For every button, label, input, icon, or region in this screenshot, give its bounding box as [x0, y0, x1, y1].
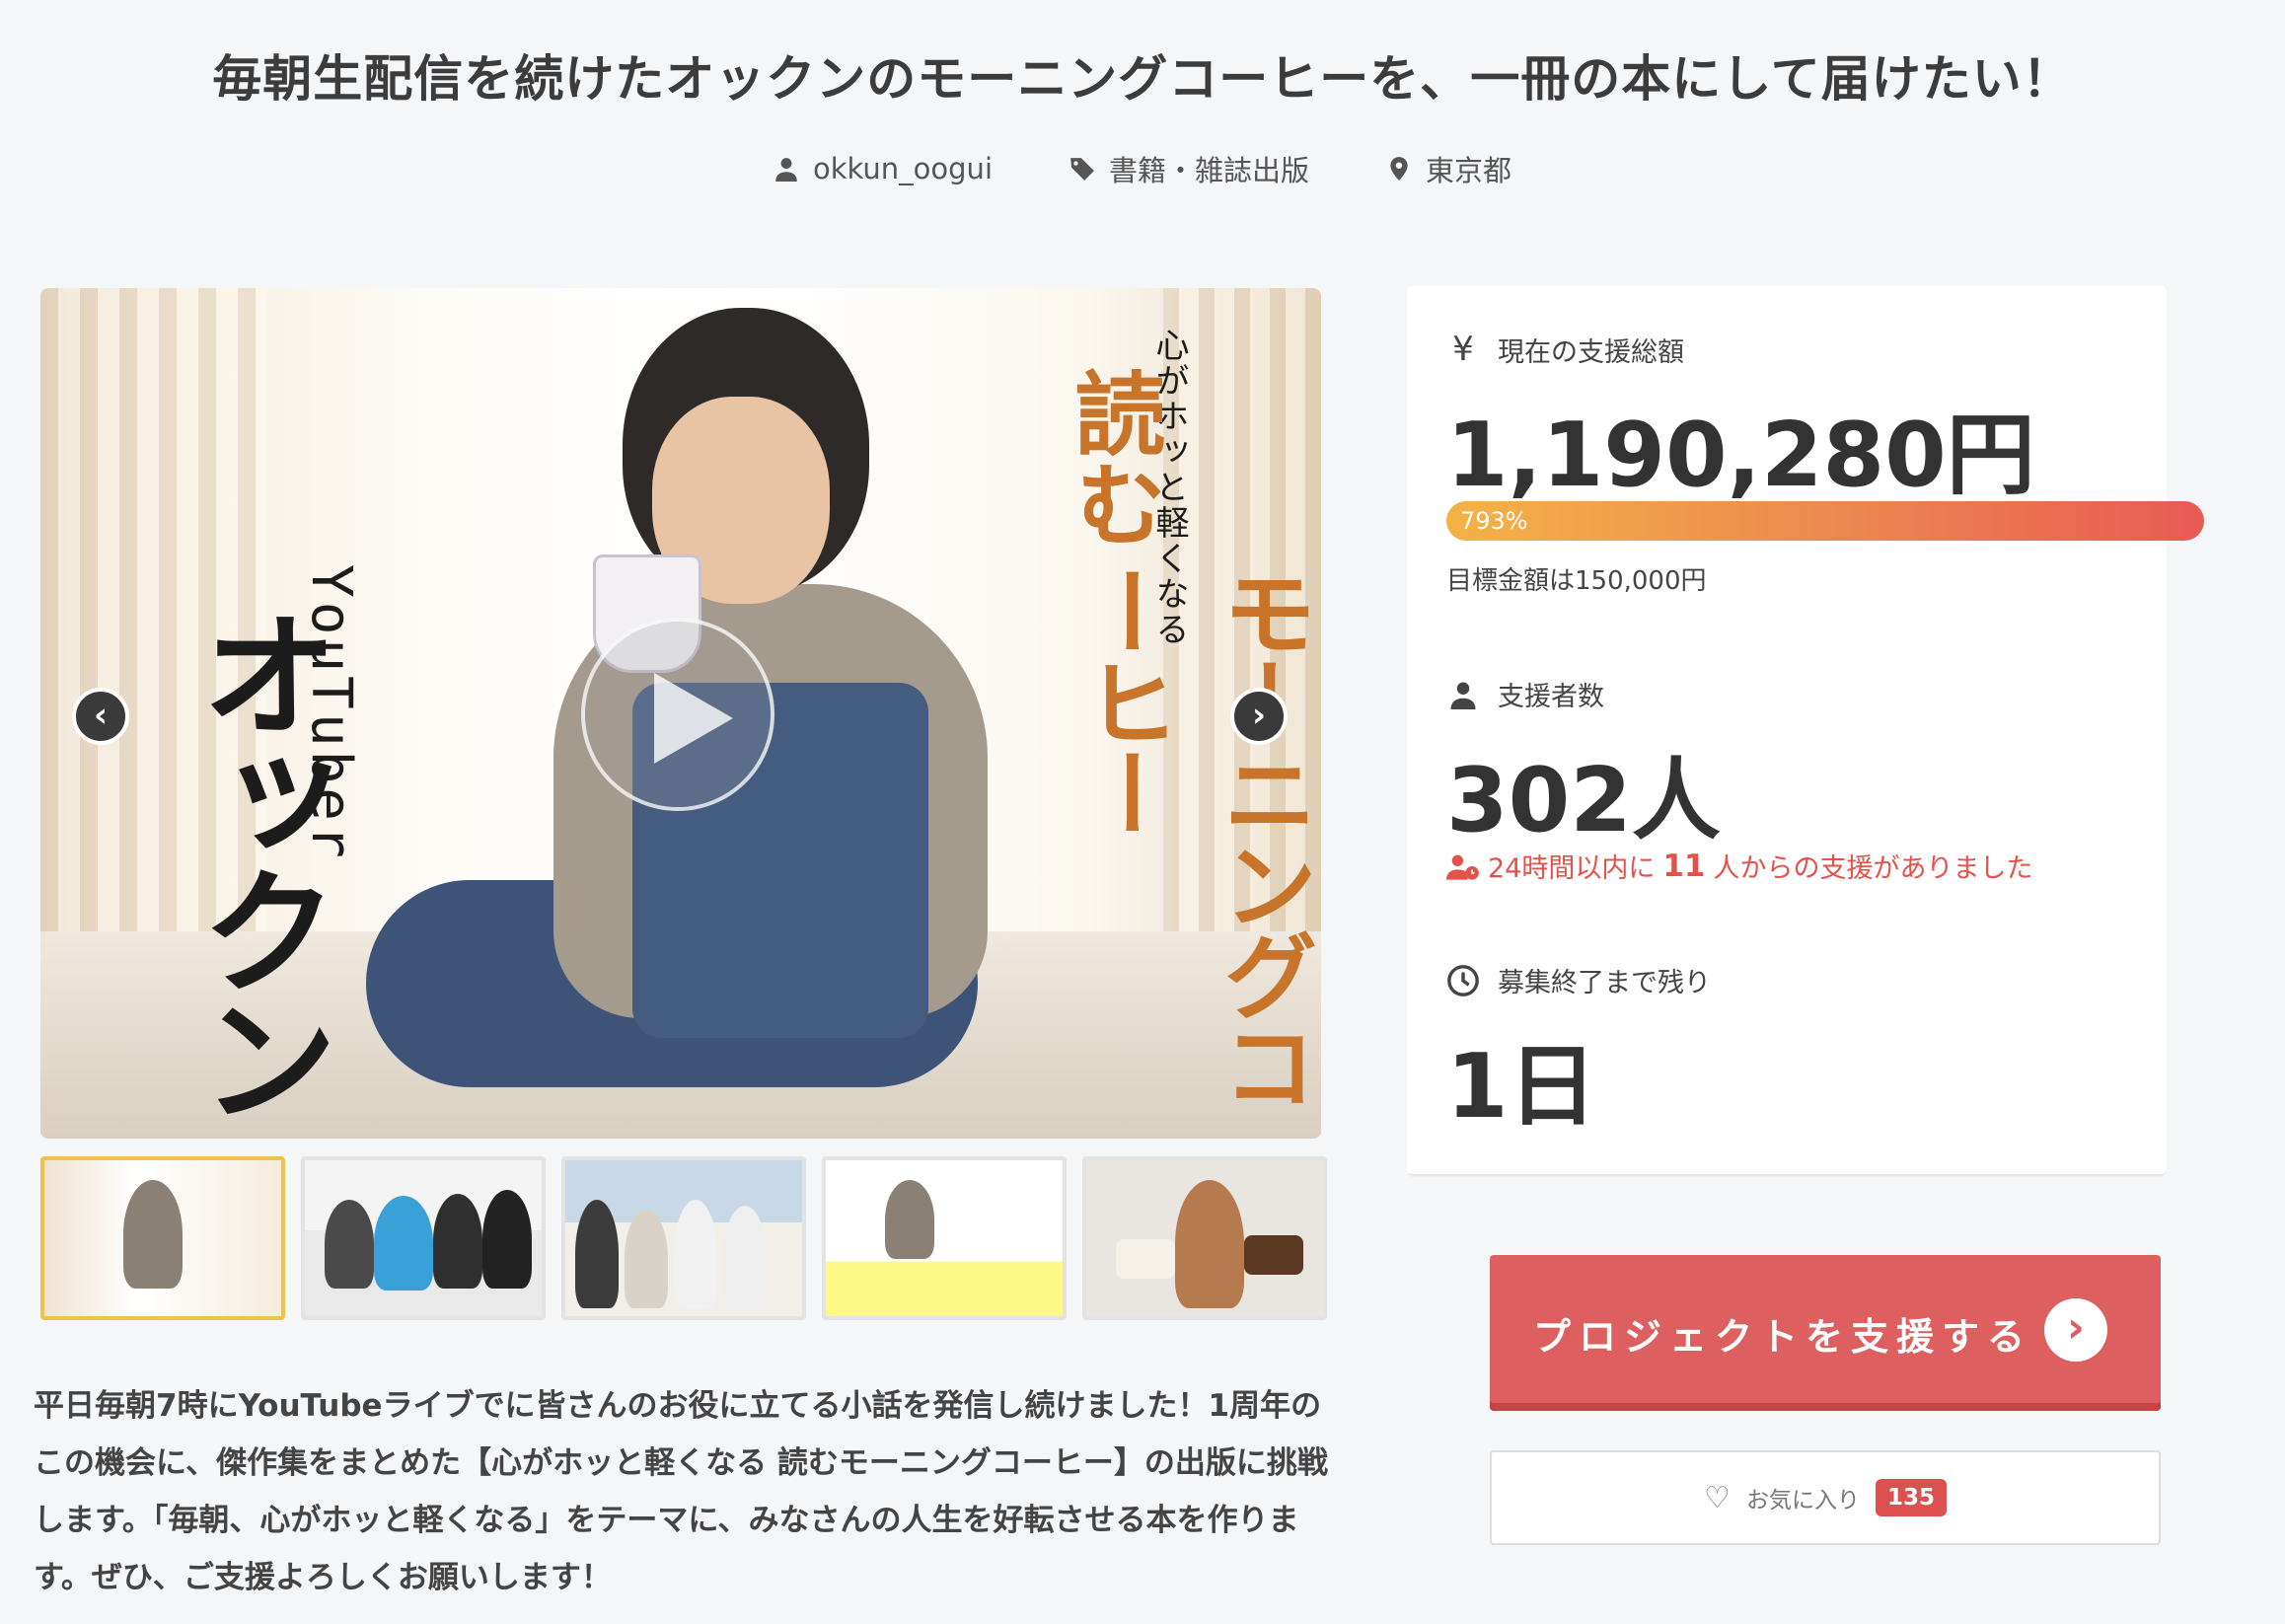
thumb-cake: [1244, 1235, 1303, 1275]
thumb-cake: [1116, 1239, 1175, 1279]
recent-count: 11: [1662, 848, 1706, 884]
support-project-button[interactable]: プロジェクトを支援する ›: [1490, 1255, 2161, 1411]
thumbnail-strip: [40, 1156, 1327, 1320]
thumbnail-3[interactable]: [561, 1156, 806, 1320]
favorite-button[interactable]: ♡ お気に入り 135: [1490, 1450, 2161, 1545]
thumb-figure: [433, 1194, 482, 1289]
thumb-figure: [325, 1200, 374, 1289]
progress-percent: 793%: [1460, 507, 1528, 535]
cover-author-name: オックン: [177, 604, 337, 1117]
funding-stats-card: ¥ 現在の支援総額 1,190,280円 793% 目標金額は150,000円 …: [1407, 286, 2204, 1174]
favorite-label: お気に入り: [1745, 1488, 1860, 1513]
progress-bar: 793%: [1446, 501, 2204, 541]
next-slide-button[interactable]: ›: [1230, 688, 1288, 745]
location-name: 東京都: [1426, 154, 1512, 187]
total-amount-label-text: 現在の支援総額: [1498, 336, 1684, 368]
remaining-label: 募集終了まで残り: [1446, 961, 1711, 999]
thumb-figure: [575, 1200, 619, 1308]
thumbnail-5[interactable]: [1082, 1156, 1327, 1320]
thumb-figure: [482, 1190, 532, 1289]
recent-suffix: 人からの支援がありました: [1713, 853, 2033, 884]
remaining-value: 1日: [1446, 1035, 1597, 1139]
remaining-label-text: 募集終了まで残り: [1498, 968, 1711, 998]
user-clock-icon: [1446, 854, 1479, 880]
tag-icon: [1070, 158, 1094, 181]
yen-icon: ¥: [1452, 330, 1474, 369]
recent-prefix: 24時間以内に: [1488, 853, 1656, 884]
location-link[interactable]: 東京都: [1386, 148, 1511, 189]
thumb-figure: [723, 1206, 767, 1308]
thumbnail-2[interactable]: [301, 1156, 546, 1320]
backers-label-text: 支援者数: [1498, 682, 1604, 712]
category-name: 書籍・雑誌出版: [1109, 154, 1310, 187]
owner-link[interactable]: okkun_oogui: [774, 148, 993, 189]
project-meta: okkun_oogui 書籍・雑誌出版 東京都: [0, 148, 2285, 189]
user-icon: [775, 158, 797, 182]
page-title: 毎朝生配信を続けたオックンのモーニングコーヒーを、一冊の本にして届けたい！: [212, 50, 2073, 108]
thumb-figure: [374, 1196, 433, 1291]
thumb-figure: [885, 1180, 934, 1259]
chevron-right-icon: ›: [2044, 1298, 2107, 1362]
backers-value: 302人: [1446, 749, 1721, 852]
play-icon[interactable]: [581, 618, 774, 811]
thumb-figure: [123, 1180, 183, 1289]
user-icon: [1450, 682, 1476, 709]
map-pin-icon: [1390, 157, 1408, 181]
cover-title-first: 読む: [1060, 367, 1165, 549]
goal-amount: 目標金額は150,000円: [1446, 566, 1707, 596]
total-amount-label: ¥ 現在の支援総額: [1446, 330, 1684, 369]
thumbnail-1[interactable]: [40, 1156, 285, 1320]
favorite-count-badge: 135: [1875, 1479, 1947, 1516]
project-description: 平日毎朝7時にYouTubeライブでに皆さんのお役に立てる小話を発信し続けました…: [34, 1388, 1328, 1595]
recent-backers: 24時間以内に 11 人からの支援がありました: [1446, 847, 2033, 885]
heart-icon: ♡: [1704, 1480, 1731, 1515]
owner-name: okkun_oogui: [812, 152, 993, 185]
main-video[interactable]: YouTuber オックン 心がホッと軽くなる 読む モーニングコーヒー ‹ ›: [40, 288, 1321, 1139]
prev-slide-button[interactable]: ‹: [72, 688, 129, 745]
backers-label: 支援者数: [1446, 675, 1604, 713]
cover-title-second: モーニングコーヒー: [1069, 564, 1317, 1109]
thumbnail-4[interactable]: [822, 1156, 1067, 1320]
category-link[interactable]: 書籍・雑誌出版: [1069, 148, 1309, 189]
total-amount-value: 1,190,280円: [1446, 404, 2035, 507]
thumb-figure: [674, 1200, 717, 1308]
support-project-label: プロジェクトを支援する: [1533, 1314, 2033, 1359]
thumb-figure: [1175, 1180, 1244, 1308]
clock-icon: [1447, 964, 1479, 997]
thumb-figure: [625, 1210, 668, 1308]
